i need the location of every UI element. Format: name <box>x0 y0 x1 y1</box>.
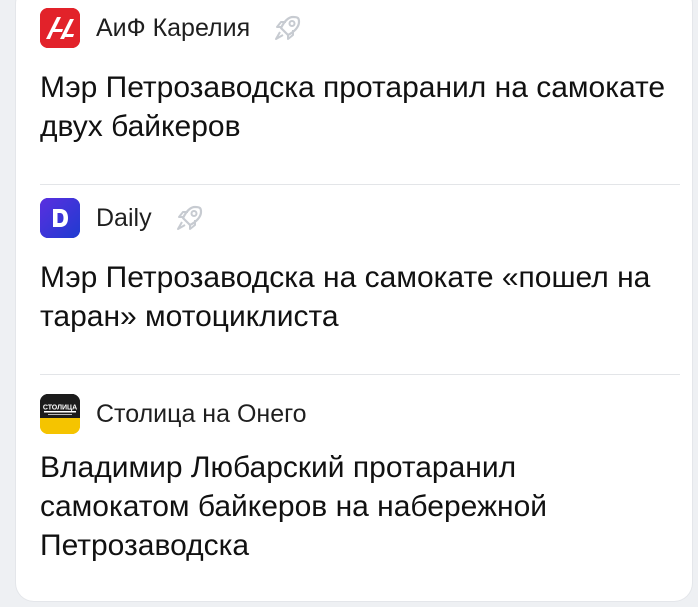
headline-link[interactable]: Мэр Петрозаводска протаранил на самокате… <box>40 68 670 146</box>
aif-logo-icon <box>40 8 80 48</box>
divider <box>40 374 680 375</box>
aif-logo-mark <box>40 8 80 48</box>
headline-link[interactable]: Владимир Любарский протаранил самокатом … <box>40 448 670 565</box>
source-row[interactable]: СТОЛИЦА Столица на Онего <box>40 394 307 434</box>
news-story-card: АиФ Карелия Мэр Петрозаводска протаранил… <box>16 0 692 601</box>
stolitsa-logo-mark: СТОЛИЦА <box>40 394 80 434</box>
stolitsa-logo-icon: СТОЛИЦА <box>40 394 80 434</box>
stolitsa-logo-text: СТОЛИЦА <box>43 405 77 412</box>
source-name[interactable]: АиФ Карелия <box>96 13 250 43</box>
divider <box>40 184 680 185</box>
daily-logo-mark <box>40 198 80 238</box>
source-name[interactable]: Daily <box>96 203 152 233</box>
source-row[interactable]: АиФ Карелия <box>40 8 302 48</box>
rocket-icon <box>174 203 204 233</box>
headline-link[interactable]: Мэр Петрозаводска на самокате «пошел на … <box>40 258 670 336</box>
daily-logo-icon <box>40 198 80 238</box>
rocket-icon <box>272 13 302 43</box>
source-name[interactable]: Столица на Онего <box>96 399 307 429</box>
source-row[interactable]: Daily <box>40 198 204 238</box>
